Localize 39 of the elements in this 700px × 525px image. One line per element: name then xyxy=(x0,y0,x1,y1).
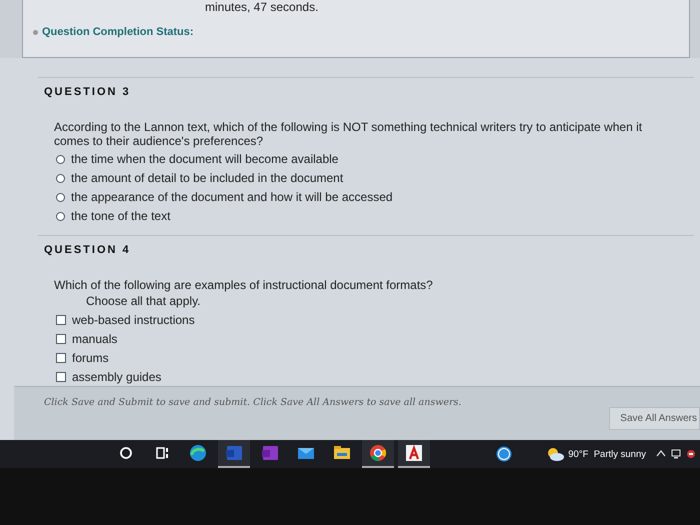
question-title: QUESTION 3 xyxy=(43,84,132,100)
radio-button[interactable] xyxy=(56,174,65,183)
onenote-icon xyxy=(260,443,280,463)
save-all-answers-button[interactable]: Save All Answers xyxy=(609,407,700,430)
edge-icon xyxy=(188,443,208,463)
radio-button[interactable] xyxy=(56,212,65,221)
option-label: forums xyxy=(72,350,109,365)
completion-status-label: Question Completion Status: xyxy=(42,26,194,38)
question-prompt: Which of the following are examples of instructional document formats? xyxy=(54,278,434,292)
bullet-icon xyxy=(33,30,38,34)
option-label: the appearance of the document and how it will be accessed xyxy=(71,190,393,204)
option-label: the amount of detail to be included in the document xyxy=(71,171,344,186)
option-label: assembly guides xyxy=(72,370,162,384)
question-prompt: According to the Lannon text, which of the following is NOT something technical writers try to anticipate when it comes to their audience's preferences? xyxy=(54,120,644,148)
weather-icon[interactable] xyxy=(546,447,564,461)
checkbox[interactable] xyxy=(56,372,66,382)
option-label: web-based instructions xyxy=(72,312,195,327)
word-icon xyxy=(224,443,244,463)
network-icon[interactable] xyxy=(671,449,681,459)
checkbox[interactable] xyxy=(56,334,66,344)
weather-text[interactable]: 90°F Partly sunny xyxy=(568,448,646,460)
taskbar-app[interactable] xyxy=(218,440,250,468)
option-label: manuals xyxy=(72,332,118,346)
chevron-up-icon[interactable] xyxy=(656,449,666,457)
option-label: the tone of the text xyxy=(71,209,170,224)
question-title: QUESTION 4 xyxy=(43,243,132,258)
chrome-icon xyxy=(368,443,388,463)
checkbox[interactable] xyxy=(56,352,66,363)
help-icon[interactable] xyxy=(496,446,512,462)
taskbar-app[interactable] xyxy=(362,440,394,468)
option-label: the time when the document will become available xyxy=(71,152,338,166)
remaining-time-text: minutes, 47 seconds. xyxy=(205,0,318,14)
checkbox[interactable] xyxy=(56,314,66,325)
instruction-text: Choose all that apply. xyxy=(86,294,202,308)
taskbar-app[interactable] xyxy=(398,440,430,468)
save-instructions-text: Click Save and Submit to save and submit. Click Save All Answers to save all answers. xyxy=(43,396,462,408)
acrobat-icon xyxy=(404,443,424,463)
radio-button[interactable] xyxy=(56,154,65,164)
radio-button[interactable] xyxy=(56,192,65,202)
